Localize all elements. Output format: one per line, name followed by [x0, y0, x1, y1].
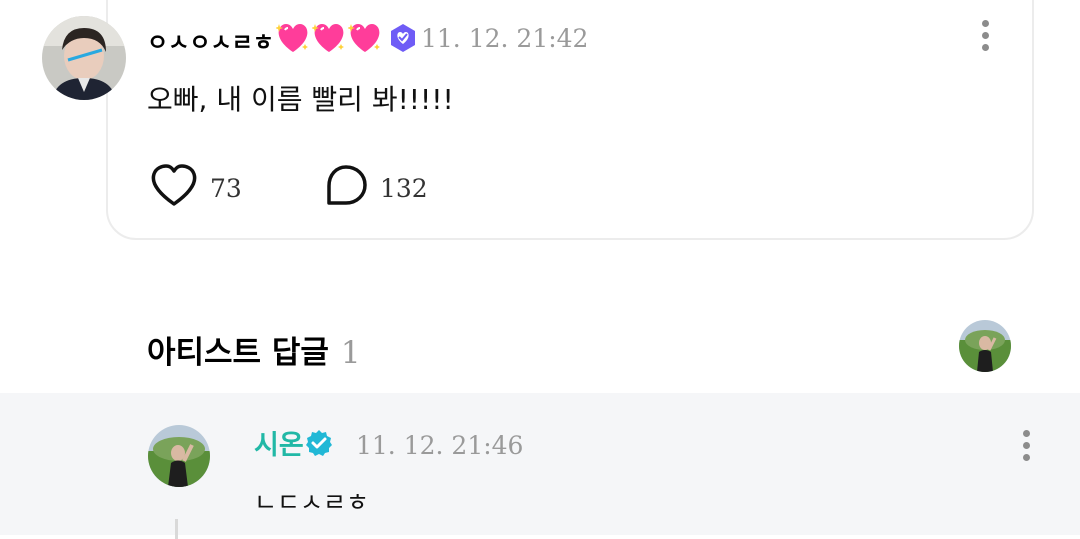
post-body-text: 오빠, 내 이름 빨리 봐!!!!!: [147, 83, 454, 116]
artist-avatar-small[interactable]: [959, 320, 1011, 372]
artist-reply-item: 시온 11. 12. 21:46 ㄴㄷㅅㄹㅎ: [0, 393, 1080, 539]
post-author-name: ㅇㅅㅇㅅㄹㅎ: [147, 30, 274, 56]
comment-button[interactable]: 132: [324, 164, 428, 212]
artist-replies-title: 아티스트 답글: [147, 335, 329, 371]
post-timestamp: 11. 12. 21:42: [421, 24, 589, 53]
reply-more-options-icon[interactable]: [1016, 430, 1036, 466]
verified-badge-icon: [388, 23, 418, 57]
artist-replies-header: 아티스트 답글 1: [147, 327, 361, 372]
comment-count: 132: [380, 173, 428, 203]
artist-reply-name[interactable]: 시온: [254, 423, 304, 462]
sparkling-heart-icon: [346, 22, 382, 58]
speech-bubble-icon: [324, 164, 368, 212]
heart-outline-icon: [150, 164, 198, 212]
thread-line: [175, 519, 178, 539]
reply-timestamp: 11. 12. 21:46: [356, 431, 524, 460]
post-more-options-icon[interactable]: [975, 20, 995, 56]
artist-reply-avatar[interactable]: [148, 425, 210, 487]
post-author-avatar[interactable]: [42, 16, 126, 100]
sparkling-heart-icon: [274, 22, 310, 58]
like-button[interactable]: 73: [150, 164, 242, 212]
artist-replies-count: 1: [340, 335, 361, 371]
post-author-handle[interactable]: ㅇㅅㅇㅅㄹㅎ: [147, 22, 418, 58]
sparkling-heart-icon: [310, 22, 346, 58]
verified-check-icon: [305, 429, 333, 461]
reply-body-text: ㄴㄷㅅㄹㅎ: [254, 488, 370, 517]
like-count: 73: [210, 173, 242, 203]
